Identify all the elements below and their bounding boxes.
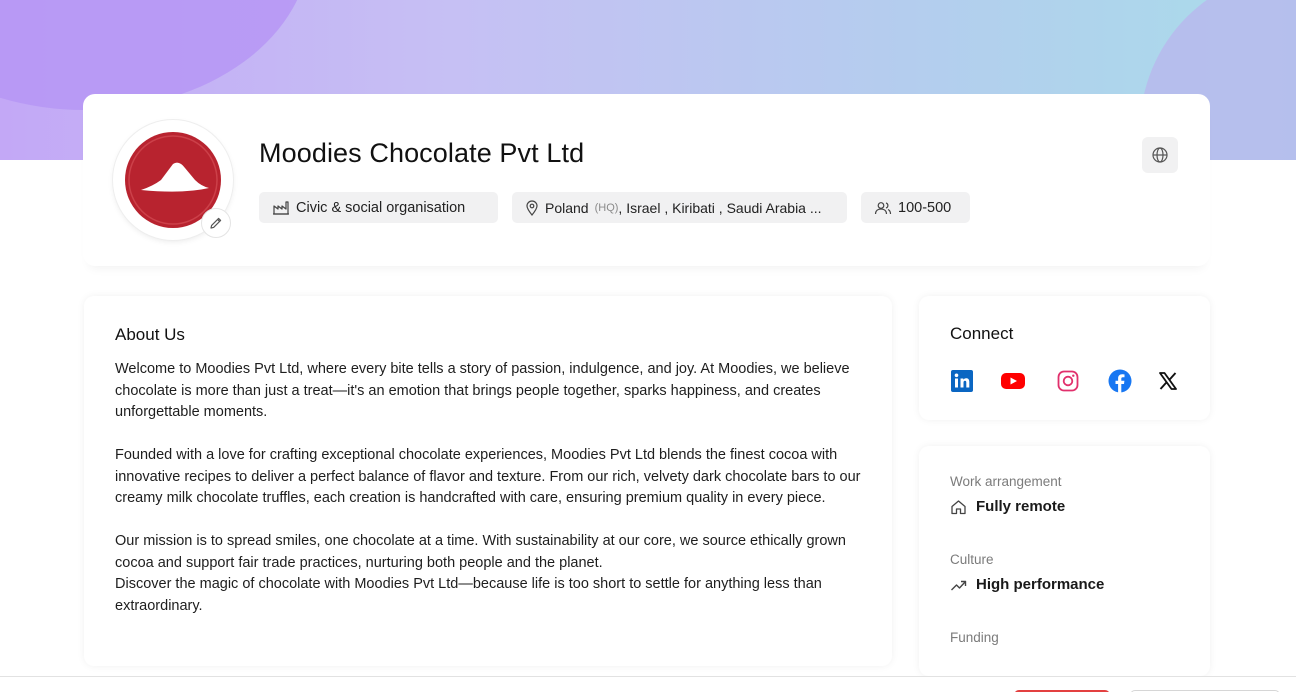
location-chip[interactable]: Poland (HQ) , Israel , Kiribati , Saudi … <box>512 192 847 223</box>
industry-chip: Civic & social organisation <box>259 192 498 223</box>
hq-tag: (HQ) <box>594 201 619 214</box>
company-size-label: 100-500 <box>898 199 952 216</box>
youtube-icon[interactable] <box>1001 369 1025 393</box>
about-body: Welcome to Moodies Pvt Ltd, where every … <box>115 359 870 617</box>
website-button[interactable] <box>1142 137 1178 173</box>
work-arrangement-value: Fully remote <box>950 498 1065 515</box>
linkedin-icon[interactable] <box>950 369 974 393</box>
company-header-card: Moodies Chocolate Pvt Ltd Civic & social… <box>83 94 1210 266</box>
pencil-icon <box>210 217 222 229</box>
edit-logo-button[interactable] <box>201 208 231 238</box>
work-arrangement-text: Fully remote <box>976 498 1066 515</box>
connect-card: Connect <box>919 296 1210 420</box>
company-info-card: Work arrangement Fully remote Culture Hi… <box>919 446 1210 676</box>
factory-icon <box>273 200 289 215</box>
company-name: Moodies Chocolate Pvt Ltd <box>259 138 585 168</box>
about-paragraph: Welcome to Moodies Pvt Ltd, where every … <box>115 361 850 420</box>
company-size-chip: 100-500 <box>861 192 970 223</box>
instagram-icon[interactable] <box>1056 369 1080 393</box>
location-primary: Poland <box>545 199 589 216</box>
culture-text: High performance <box>976 576 1105 593</box>
facebook-icon[interactable] <box>1108 369 1132 393</box>
connect-title: Connect <box>950 324 1014 343</box>
about-paragraph: Our mission is to spread smiles, one cho… <box>115 533 846 571</box>
culture-value: High performance <box>950 576 1104 593</box>
about-card: About Us Welcome to Moodies Pvt Ltd, whe… <box>84 296 892 666</box>
home-icon <box>951 499 966 514</box>
footer-action-bar <box>0 676 1296 692</box>
trending-up-icon <box>951 580 967 590</box>
users-icon <box>874 201 892 214</box>
industry-label: Civic & social organisation <box>296 199 466 216</box>
work-arrangement-label: Work arrangement <box>950 474 1062 489</box>
location-others: , Israel , Kiribati , Saudi Arabia ... <box>618 199 822 216</box>
about-paragraph: Discover the magic of chocolate with Moo… <box>115 576 822 614</box>
culture-label: Culture <box>950 552 994 567</box>
about-paragraph: Founded with a love for crafting excepti… <box>115 447 861 506</box>
funding-label: Funding <box>950 630 999 645</box>
map-pin-icon <box>526 199 538 216</box>
globe-icon <box>1152 147 1168 163</box>
about-title: About Us <box>115 325 185 344</box>
x-icon[interactable] <box>1156 369 1180 393</box>
